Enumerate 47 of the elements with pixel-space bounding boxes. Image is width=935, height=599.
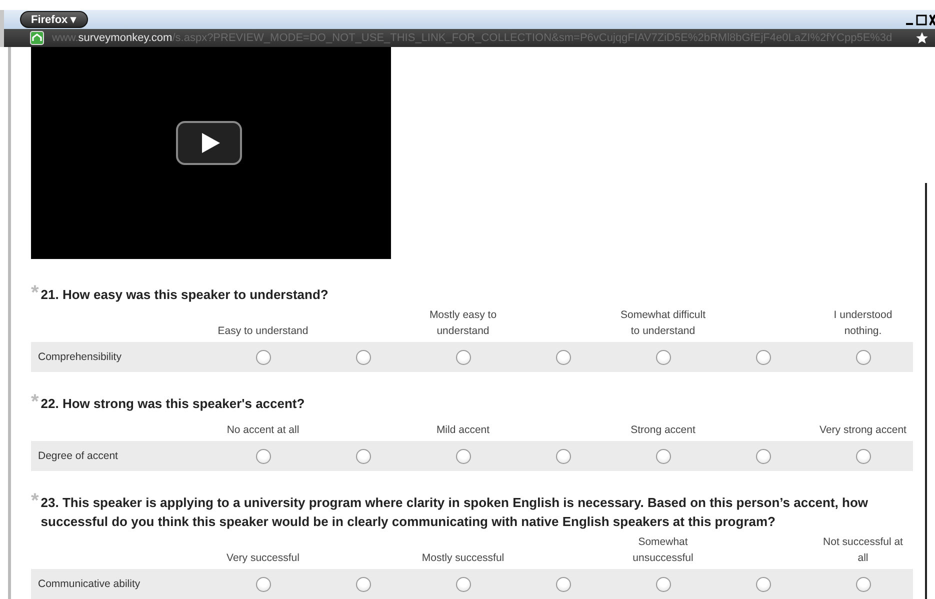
scale-label: Very successful [226,551,300,566]
radio-button[interactable] [356,350,370,364]
scale-label: No accent at all [226,423,300,438]
scale-label: Somewhat unsuccessful [632,535,694,566]
radio-button[interactable] [756,350,770,364]
radio-button[interactable] [456,448,470,464]
play-button-icon[interactable] [176,121,242,165]
radio-button[interactable] [756,448,770,464]
radio-button[interactable] [256,350,270,364]
window-controls-icon[interactable] [905,14,935,26]
radio-button[interactable] [656,448,670,464]
question-title: 21. How easy was this speaker to understand? [40,286,330,304]
row-label: Comprehensibility [37,351,122,363]
radio-button[interactable] [556,350,570,364]
scale-label: Somewhat difficult to understand [619,308,706,339]
row-label: Communicative ability [37,578,142,590]
scale-label: Strong accent [630,423,696,438]
radio-button[interactable] [856,576,870,592]
firefox-menu-button[interactable]: Firefox ▾ [20,11,88,28]
bookmark-star-icon[interactable] [915,31,929,46]
radio-button[interactable] [656,350,670,364]
required-asterisk: * [31,394,39,410]
scale-label: Mostly successful [420,551,506,566]
radio-button[interactable] [456,350,470,364]
scale-label: Mostly easy to understand [428,308,498,339]
radio-button[interactable] [456,576,470,592]
radio-button[interactable] [256,576,270,592]
radio-button[interactable] [556,576,570,592]
scale-label: Easy to understand [216,324,310,339]
scale-label: I understood nothing. [832,308,894,339]
home-icon[interactable] [30,31,44,46]
question-title: 22. How strong was this speaker's accent? [40,395,306,413]
radio-button[interactable] [356,576,370,592]
row-label: Degree of accent [37,450,119,462]
required-asterisk: * [31,285,39,301]
scale-label: Mild accent [435,423,491,438]
question-title: 23. This speaker is applying to a university program where clarity in spoken English is necessary. Based on this person’s accent, how successful do you think this speaker would be in clearly communicating with native English speakers at this program? [40,494,870,531]
radio-button[interactable] [856,350,870,364]
scale-label: Not successful at all [822,535,904,566]
radio-button[interactable] [856,448,870,464]
radio-button[interactable] [556,448,570,464]
radio-button[interactable] [356,448,370,464]
required-asterisk: * [31,493,39,509]
radio-button[interactable] [756,576,770,592]
scale-label: Very strong accent [818,423,908,438]
radio-button[interactable] [656,576,670,592]
radio-button[interactable] [256,448,270,464]
